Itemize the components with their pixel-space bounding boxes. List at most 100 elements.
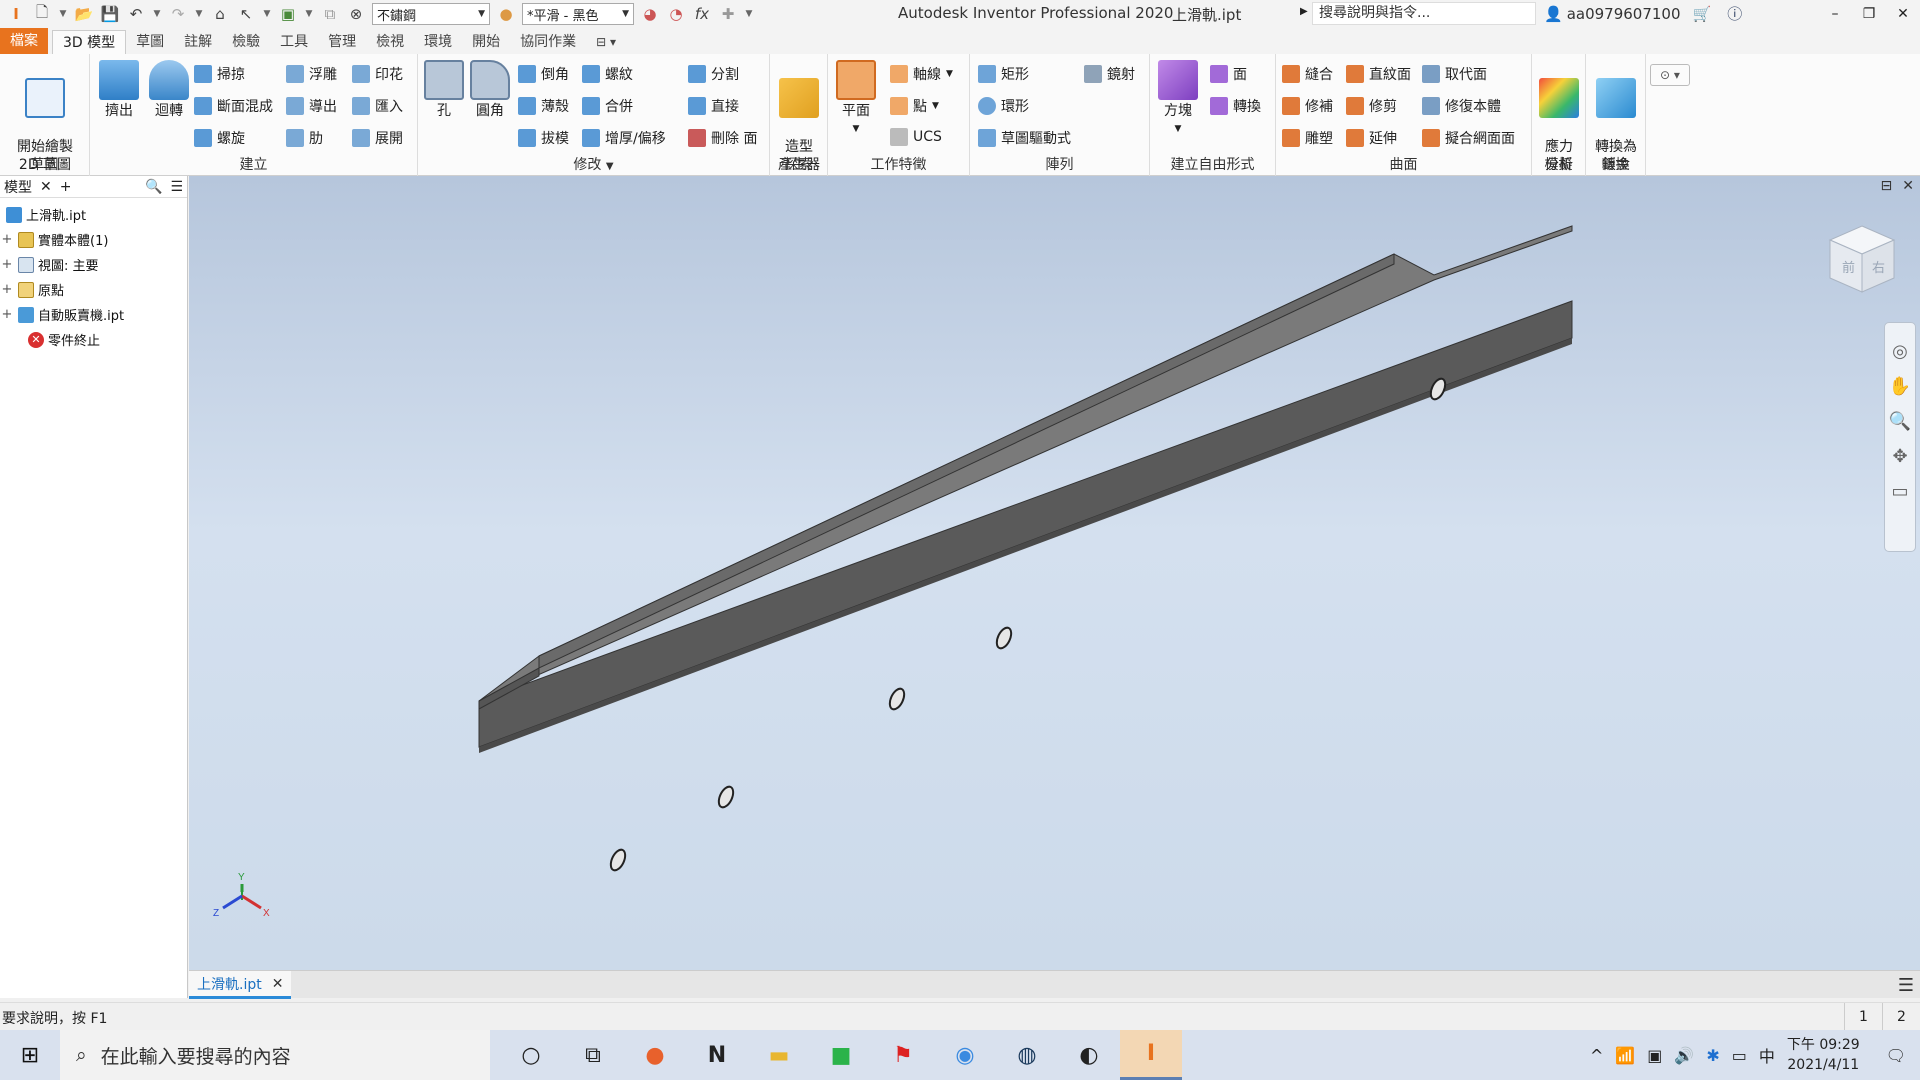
rib-button[interactable]: 肋 xyxy=(286,128,323,148)
combine-button[interactable]: 合併 xyxy=(582,96,633,116)
hole-button[interactable]: 孔 xyxy=(422,60,466,120)
chevron-down-icon[interactable]: ▼ xyxy=(262,4,272,24)
tree-item-derived-part[interactable]: + 自動販賣機.ipt xyxy=(0,302,187,327)
decal-button[interactable]: 印花 xyxy=(352,64,403,84)
split-button[interactable]: 分割 xyxy=(688,64,739,84)
shell-button[interactable]: 薄殼 xyxy=(518,96,569,116)
taskbar-clock[interactable]: 下午 09:29 2021/4/11 xyxy=(1787,1035,1860,1075)
patch-button[interactable]: 修補 xyxy=(1282,96,1333,116)
show-hidden-icons-icon[interactable]: ^ xyxy=(1590,1046,1603,1065)
axis-button[interactable]: 軸線 ▼ xyxy=(890,64,953,84)
delete-face-button[interactable]: 刪除 面 xyxy=(688,128,757,148)
menu-icon[interactable]: ☰ xyxy=(170,179,183,195)
box-button[interactable]: 方塊 ▼ xyxy=(1156,60,1200,138)
repair-bodies-button[interactable]: 修復本體 xyxy=(1422,96,1501,116)
browser-tab-model[interactable]: 模型 xyxy=(4,177,32,197)
sculpt-button[interactable]: 雕塑 xyxy=(1282,128,1333,148)
select-icon[interactable]: ↖ xyxy=(236,4,256,24)
steering-wheel-icon[interactable]: ◎ xyxy=(1892,341,1908,362)
tab-manage[interactable]: 管理 xyxy=(318,30,366,54)
revolve-button[interactable]: 迴轉 xyxy=(146,60,192,120)
close-icon[interactable]: ✕ xyxy=(272,976,284,992)
circular-pattern-button[interactable]: 環形 xyxy=(978,96,1029,116)
menu-icon[interactable]: ☰ xyxy=(1898,975,1914,996)
close-icon[interactable]: ✕ xyxy=(1886,0,1920,28)
tree-item-end-of-part[interactable]: ✕ 零件終止 xyxy=(0,327,187,352)
chrome-icon[interactable]: ◉ xyxy=(934,1030,996,1080)
tree-item-view[interactable]: + 視圖: 主要 xyxy=(0,252,187,277)
sketch-driven-pattern-button[interactable]: 草圖驅動式 xyxy=(978,128,1071,148)
import-button[interactable]: 匯入 xyxy=(352,96,403,116)
plane-button[interactable]: 平面 ▼ xyxy=(832,60,880,138)
save-icon[interactable]: 💾 xyxy=(100,4,120,24)
emboss-button[interactable]: 浮雕 xyxy=(286,64,337,84)
tab-environments[interactable]: 環境 xyxy=(414,30,462,54)
undo-icon[interactable]: ↶ xyxy=(126,4,146,24)
close-icon[interactable]: ✕ xyxy=(40,179,52,195)
replace-face-button[interactable]: 取代面 xyxy=(1422,64,1487,84)
fillet-button[interactable]: 圓角 xyxy=(468,60,512,120)
volume-icon[interactable]: 🔊 xyxy=(1674,1046,1694,1065)
ucs-button[interactable]: UCS xyxy=(890,128,942,146)
clear-override-icon[interactable]: ⊗ xyxy=(346,4,366,24)
help-search-input[interactable]: 搜尋說明與指令... xyxy=(1312,2,1536,25)
point-button[interactable]: 點 ▼ xyxy=(890,96,939,116)
freeform-face-button[interactable]: 面 xyxy=(1210,64,1247,84)
expand-icon[interactable]: + xyxy=(0,232,14,247)
draft-button[interactable]: 拔模 xyxy=(518,128,569,148)
freeform-convert-button[interactable]: 轉換 xyxy=(1210,96,1261,116)
mounting-hole[interactable] xyxy=(887,686,907,711)
battery-icon[interactable]: ▭ xyxy=(1732,1046,1747,1065)
help-icon[interactable]: ⓘ xyxy=(1727,3,1742,24)
graphics-viewport[interactable]: ⊟ ✕ Y X Z 前 右 ◎ ✋ 🔍 ✥ ▭ xyxy=(189,176,1920,970)
bluetooth-icon[interactable]: ✱ xyxy=(1706,1046,1719,1065)
mirror-button[interactable]: 鏡射 xyxy=(1084,64,1135,84)
ruled-surface-button[interactable]: 直紋面 xyxy=(1346,64,1411,84)
tab-tools[interactable]: 工具 xyxy=(270,30,318,54)
part-model[interactable]: Y X Z xyxy=(189,176,1920,970)
task-view-icon[interactable]: ⧉ xyxy=(562,1030,624,1080)
orbit-icon[interactable]: ✥ xyxy=(1892,446,1907,467)
derive-button[interactable]: 導出 xyxy=(286,96,337,116)
tab-view[interactable]: 檢視 xyxy=(366,30,414,54)
minimize-icon[interactable]: – xyxy=(1818,0,1852,28)
material-select[interactable]: 不鏽鋼 ▼ xyxy=(372,3,490,25)
look-at-icon[interactable]: ▭ xyxy=(1891,481,1908,502)
cart-icon[interactable]: 🛒 xyxy=(1693,5,1712,23)
stitch-button[interactable]: 縫合 xyxy=(1282,64,1333,84)
add-tab-icon[interactable]: + xyxy=(60,179,72,195)
sweep-button[interactable]: 掃掠 xyxy=(194,64,245,84)
expand-icon[interactable]: + xyxy=(0,257,14,272)
tab-3d-model[interactable]: 3D 模型 xyxy=(52,30,127,54)
chevron-down-icon[interactable]: ▼ xyxy=(58,4,68,24)
clear-appearance-icon[interactable]: ◔ xyxy=(666,4,686,24)
file-explorer-icon[interactable]: ▬ xyxy=(748,1030,810,1080)
extrude-button[interactable]: 擠出 xyxy=(96,60,142,120)
direct-button[interactable]: 直接 xyxy=(688,96,739,116)
tree-item-root[interactable]: 上滑軌.ipt xyxy=(0,202,187,227)
tab-sketch[interactable]: 草圖 xyxy=(126,30,174,54)
rail-side-face[interactable] xyxy=(478,300,1573,748)
chevron-right-icon[interactable]: ▶ xyxy=(1300,6,1308,17)
tab-collaborate[interactable]: 協同作業 xyxy=(510,30,586,54)
coil-button[interactable]: 螺旋 xyxy=(194,128,245,148)
notion-icon[interactable]: N xyxy=(686,1030,748,1080)
view-cube[interactable]: 前 右 xyxy=(1824,222,1900,298)
firefox-icon[interactable]: ● xyxy=(624,1030,686,1080)
customize-chevron-icon[interactable]: ▼ xyxy=(744,4,754,24)
taskbar-search[interactable]: ⌕ 在此輸入要搜尋的內容 xyxy=(60,1030,490,1080)
user-account[interactable]: 👤 aa0979607100 🛒 ⓘ xyxy=(1544,3,1742,24)
expand-icon[interactable]: + xyxy=(0,307,14,322)
device-icon[interactable]: ▣ xyxy=(1647,1046,1662,1065)
appearance-select[interactable]: *平滑 - 黑色 ▼ xyxy=(522,3,634,25)
tree-item-origin[interactable]: + 原點 xyxy=(0,277,187,302)
ime-indicator[interactable]: 中 xyxy=(1759,1043,1775,1067)
tree-item-solid-bodies[interactable]: + 實體本體(1) xyxy=(0,227,187,252)
new-file-icon[interactable]: 🗋 xyxy=(32,3,52,24)
chevron-down-icon[interactable]: ▼ xyxy=(304,4,314,24)
unfold-button[interactable]: 展開 xyxy=(352,128,403,148)
rail-top-face[interactable] xyxy=(478,225,1573,702)
adjust-appearance-icon[interactable]: ◕ xyxy=(640,4,660,24)
chevron-down-icon[interactable]: ▼ xyxy=(152,4,162,24)
trim-button[interactable]: 修剪 xyxy=(1346,96,1397,116)
